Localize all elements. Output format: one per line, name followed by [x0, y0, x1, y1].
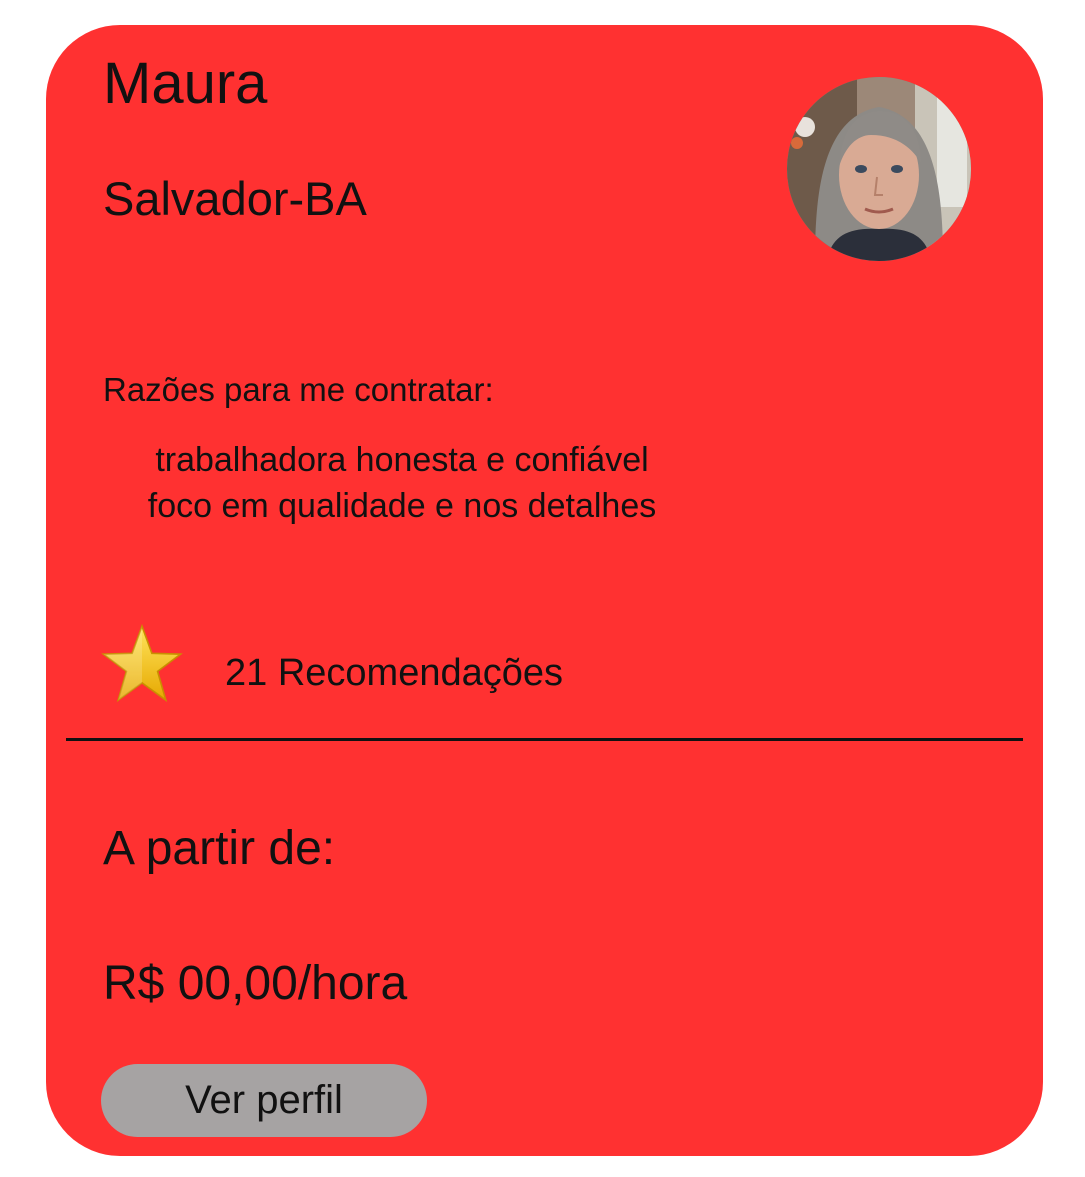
reasons-title: Razões para me contratar:	[103, 371, 494, 408]
reason-item: trabalhadora honesta e confiável	[155, 441, 649, 479]
reason-item: foco em qualidade e nos detalhes	[147, 487, 657, 525]
view-profile-button[interactable]: Ver perfil	[101, 1064, 427, 1137]
price-from-label: A partir de:	[103, 822, 336, 875]
divider	[66, 738, 1023, 741]
reasons-list: trabalhadora honesta e confiável foco em…	[82, 437, 722, 529]
profile-name: Maura	[103, 51, 268, 116]
caregiver-card: Maura Salvador-BA Razões para me contrat…	[46, 25, 1043, 1156]
price-value: R$ 00,00/hora	[103, 957, 408, 1010]
star-icon	[101, 623, 183, 703]
recommendations-count: 21 Recomendações	[225, 652, 563, 694]
profile-location: Salvador-BA	[103, 172, 367, 225]
person-photo-icon	[787, 77, 971, 261]
avatar	[787, 77, 971, 261]
